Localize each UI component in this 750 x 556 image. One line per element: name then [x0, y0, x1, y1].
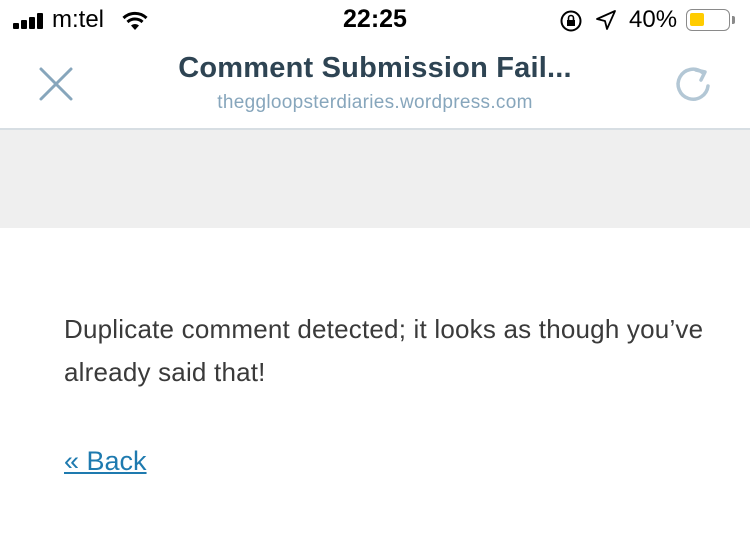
- reload-button[interactable]: [672, 64, 716, 108]
- reload-icon: [676, 67, 710, 101]
- page-url: theggloopsterdiaries.wordpress.com: [217, 92, 533, 113]
- page-title: Comment Submission Fail...: [178, 52, 572, 84]
- battery-icon: [686, 9, 730, 31]
- battery-level-fill: [690, 13, 704, 26]
- location-arrow-icon: [596, 10, 616, 30]
- loading-band: [0, 130, 750, 228]
- battery-tip: [732, 16, 735, 24]
- back-link[interactable]: « Back: [64, 446, 147, 477]
- nav-header: Comment Submission Fail... theggloopster…: [0, 42, 750, 130]
- error-message: Duplicate comment detected; it looks as …: [64, 314, 704, 387]
- status-bar: m:tel 22:25 40%: [0, 0, 750, 42]
- battery-percentage: 40%: [629, 6, 678, 33]
- orientation-lock-icon: [560, 10, 582, 32]
